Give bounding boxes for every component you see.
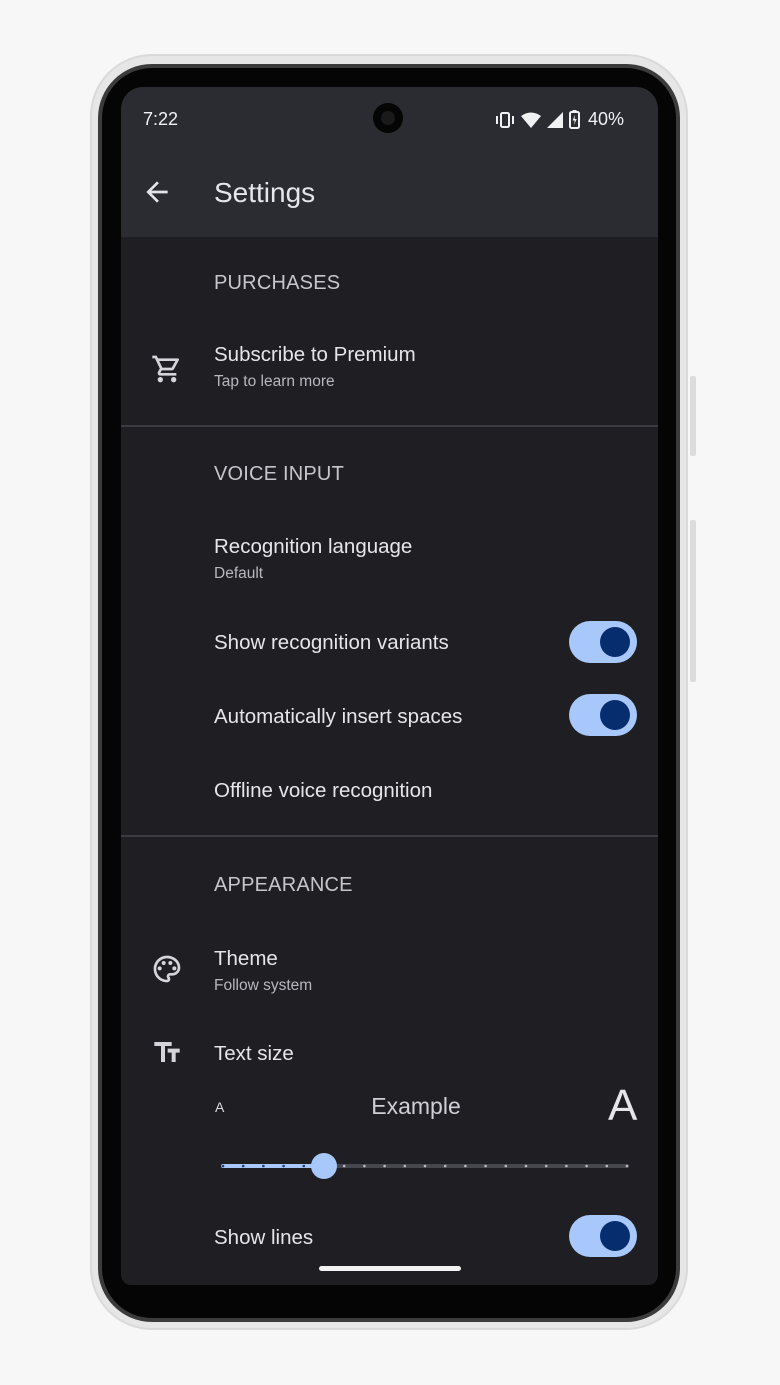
text-size-example: Example	[371, 1093, 461, 1119]
theme-title: Theme	[214, 947, 278, 970]
gesture-navigation-bar[interactable]	[319, 1266, 461, 1271]
text-size-icon	[154, 1042, 180, 1062]
slider-tick	[383, 1164, 386, 1168]
slider-tick	[464, 1164, 467, 1168]
auto-insert-spaces-toggle[interactable]	[569, 694, 637, 736]
premium-subtitle: Tap to learn more	[214, 373, 335, 390]
divider	[121, 425, 658, 427]
section-header-appearance: APPEARANCE	[214, 874, 353, 896]
theme-item[interactable]: Theme Follow system	[121, 929, 658, 1007]
show-lines-item[interactable]: Show lines	[121, 1209, 658, 1271]
show-recognition-variants-toggle[interactable]	[569, 621, 637, 663]
offline-voice-recognition-title: Offline voice recognition	[214, 779, 433, 802]
slider-tick	[443, 1164, 447, 1168]
status-icons: 40%	[495, 109, 624, 130]
section-header-purchases: PURCHASES	[214, 272, 341, 294]
recognition-language-value: Default	[214, 565, 264, 582]
auto-insert-spaces-title: Automatically insert spaces	[214, 705, 463, 728]
battery-icon	[568, 110, 580, 129]
text-size-item: Text size	[121, 1022, 658, 1082]
slider-tick	[565, 1164, 568, 1168]
text-size-small-label: A	[215, 1099, 225, 1115]
page-title: Settings	[214, 177, 316, 208]
divider	[121, 835, 658, 837]
show-recognition-variants-item[interactable]: Show recognition variants	[121, 607, 658, 679]
theme-value: Follow system	[214, 977, 313, 994]
slider-tick	[221, 1164, 225, 1168]
slider-tick	[544, 1164, 548, 1168]
slider-tick	[605, 1164, 609, 1168]
text-size-large-label: A	[608, 1081, 638, 1130]
cellular-signal-icon	[546, 111, 563, 128]
auto-insert-spaces-item[interactable]: Automatically insert spaces	[121, 681, 658, 753]
slider-tick	[363, 1164, 366, 1168]
status-time: 7:22	[143, 109, 179, 129]
show-recognition-variants-title: Show recognition variants	[214, 631, 449, 654]
slider-thumb	[311, 1153, 337, 1179]
slider-tick	[524, 1164, 528, 1168]
recognition-language-item[interactable]: Recognition language Default	[121, 517, 658, 597]
slider-tick	[585, 1164, 588, 1168]
power-button	[690, 376, 696, 456]
slider-tick	[282, 1164, 285, 1168]
slider-tick	[241, 1164, 245, 1168]
slider-tick	[625, 1164, 629, 1168]
show-lines-toggle[interactable]	[569, 1215, 637, 1257]
toggle-knob	[600, 1221, 630, 1251]
slider-tick	[302, 1164, 306, 1168]
slider-tick	[504, 1164, 508, 1168]
premium-title: Subscribe to Premium	[214, 343, 416, 366]
slider-tick	[342, 1164, 346, 1168]
vibrate-icon	[495, 111, 514, 128]
text-size-title: Text size	[214, 1042, 294, 1065]
toggle-knob	[600, 700, 630, 730]
volume-button	[690, 520, 696, 682]
slider-tick	[262, 1164, 265, 1168]
offline-voice-recognition-item[interactable]: Offline voice recognition	[121, 755, 658, 827]
section-header-voice-input: VOICE INPUT	[214, 463, 344, 485]
slider-tick	[423, 1164, 427, 1168]
show-lines-title: Show lines	[214, 1226, 314, 1249]
toggle-knob	[600, 627, 630, 657]
cart-icon	[152, 355, 180, 383]
recognition-language-title: Recognition language	[214, 535, 413, 558]
palette-icon	[153, 955, 181, 983]
wifi-icon	[520, 112, 541, 128]
screen: 7:22 40% Settings PURCHASES Subscribe to…	[121, 87, 658, 1285]
text-size-slider[interactable]	[219, 1151, 631, 1181]
front-camera	[373, 103, 403, 133]
app-bar: Settings	[121, 151, 658, 237]
status-bar: 7:22 40%	[121, 87, 658, 151]
battery-percent: 40%	[587, 109, 624, 129]
slider-tick	[403, 1164, 407, 1168]
back-arrow-icon[interactable]	[141, 176, 173, 208]
slider-tick	[484, 1164, 487, 1168]
subscribe-premium-item[interactable]: Subscribe to Premium Tap to learn more	[121, 325, 658, 425]
